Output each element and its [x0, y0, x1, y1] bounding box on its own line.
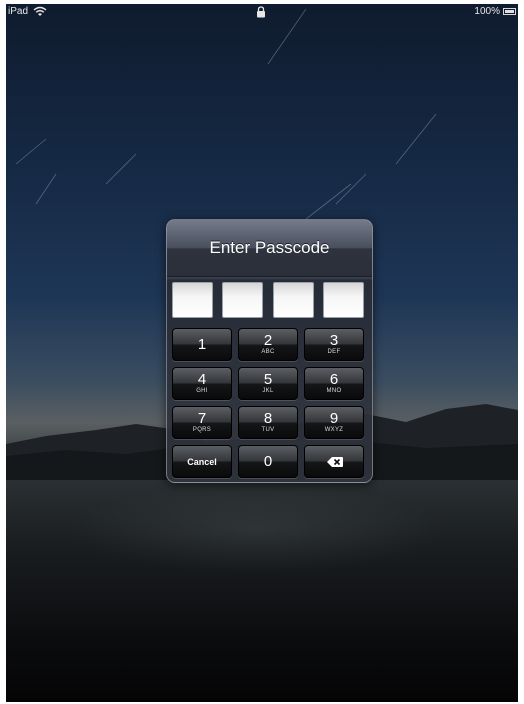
key-0[interactable]: 0 [238, 445, 298, 478]
cancel-label: Cancel [187, 457, 217, 467]
lake-glow [66, 484, 446, 574]
passcode-digit-field-1[interactable] [172, 282, 213, 318]
lock-icon [257, 6, 265, 18]
key-number: 7 [197, 410, 207, 427]
lock-screen: iPad 100% Enter Passcode 1 2 ABC 3 DEF 4… [6, 4, 518, 702]
key-9[interactable]: 9 WXYZ [304, 406, 364, 439]
key-letters: GHI [196, 388, 208, 394]
key-number: 8 [263, 410, 273, 427]
key-1[interactable]: 1 [172, 328, 232, 361]
key-2[interactable]: 2 ABC [238, 328, 298, 361]
key-6[interactable]: 6 MNO [304, 367, 364, 400]
key-3[interactable]: 3 DEF [304, 328, 364, 361]
battery-icon [503, 8, 516, 15]
key-letters: MNO [326, 388, 342, 394]
key-number: 1 [197, 336, 207, 353]
passcode-dialog: Enter Passcode 1 2 ABC 3 DEF 4 GHI 5 JKL… [166, 219, 373, 483]
key-8[interactable]: 8 TUV [238, 406, 298, 439]
key-letters: JKL [262, 388, 274, 394]
device-name: iPad [8, 6, 29, 17]
key-number: 6 [329, 371, 339, 388]
dialog-title: Enter Passcode [209, 238, 330, 257]
key-number: 3 [329, 332, 339, 349]
delete-button[interactable] [304, 445, 364, 478]
key-number: 0 [263, 453, 273, 470]
key-letters: TUV [261, 427, 275, 433]
key-number: 4 [197, 371, 207, 388]
cancel-button[interactable]: Cancel [172, 445, 232, 478]
key-letters: ABC [261, 349, 275, 355]
wifi-icon [33, 6, 47, 16]
key-number: 9 [329, 410, 339, 427]
key-number: 5 [263, 371, 273, 388]
delete-backspace-icon [327, 457, 343, 467]
battery-percent: 100% [474, 6, 500, 17]
status-bar: iPad 100% [6, 4, 518, 20]
key-number: 2 [263, 332, 273, 349]
passcode-digit-field-3[interactable] [273, 282, 314, 318]
key-letters: PQRS [192, 427, 212, 433]
passcode-digit-field-4[interactable] [323, 282, 364, 318]
key-4[interactable]: 4 GHI [172, 367, 232, 400]
key-letters: DEF [327, 349, 341, 355]
key-5[interactable]: 5 JKL [238, 367, 298, 400]
key-7[interactable]: 7 PQRS [172, 406, 232, 439]
passcode-digit-field-2[interactable] [222, 282, 263, 318]
dialog-header: Enter Passcode [167, 220, 372, 277]
key-letters: WXYZ [324, 427, 344, 433]
